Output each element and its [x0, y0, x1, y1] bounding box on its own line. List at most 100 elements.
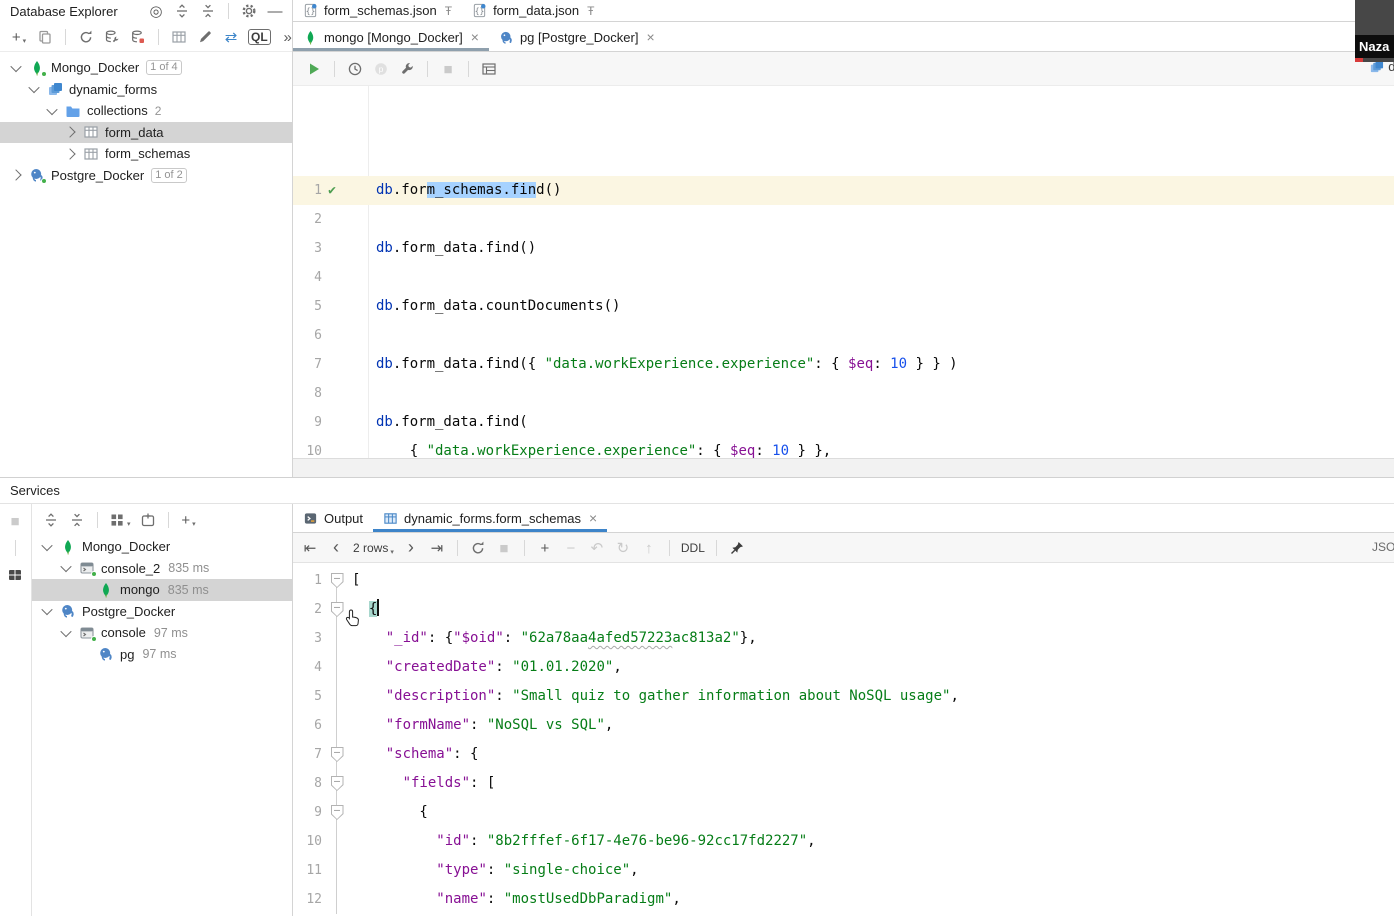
- tab-form-data-json[interactable]: form_data.json Ŧ: [462, 0, 604, 21]
- add-service-icon[interactable]: +▾: [178, 509, 200, 531]
- mouse-hand-cursor: [344, 608, 364, 630]
- line-number: 9: [293, 798, 322, 827]
- pin-icon[interactable]: Ŧ: [445, 4, 452, 18]
- tree-item-console[interactable]: console97 ms: [32, 622, 292, 644]
- line-number: 5: [293, 682, 322, 711]
- tab-form-schemas-json[interactable]: form_schemas.json Ŧ: [293, 0, 462, 21]
- group-by-icon[interactable]: ▾: [107, 509, 133, 531]
- fold-marker[interactable]: –: [331, 776, 344, 791]
- in-editor-results-icon[interactable]: [478, 58, 500, 80]
- query-console-icon[interactable]: QL: [246, 26, 273, 48]
- chevron-expanded-icon[interactable]: [60, 561, 71, 572]
- chevron-collapsed-icon[interactable]: [64, 148, 75, 159]
- expand-all-icon[interactable]: [171, 0, 193, 22]
- settings-gear-icon[interactable]: [238, 0, 260, 22]
- delete-row-icon[interactable]: −: [560, 537, 582, 559]
- upload-icon[interactable]: ↑: [638, 537, 660, 559]
- tab-label: form_schemas.json: [324, 3, 437, 18]
- tree-item-mongo[interactable]: mongo835 ms: [32, 579, 292, 601]
- chevron-expanded-icon[interactable]: [60, 626, 71, 637]
- stop-icon[interactable]: ■: [493, 537, 515, 559]
- open-table-icon[interactable]: [168, 26, 190, 48]
- code-line-8: 8: [293, 379, 1394, 408]
- fold-marker[interactable]: –: [331, 602, 344, 617]
- new-item-icon[interactable]: +▾: [8, 26, 30, 48]
- tree-item-postgre-docker[interactable]: Postgre_Docker: [32, 601, 292, 623]
- tree-item-label: form_schemas: [105, 146, 190, 161]
- fold-marker[interactable]: –: [331, 573, 344, 588]
- ddl-button[interactable]: DDL: [679, 537, 707, 559]
- commit-icon[interactable]: ↻: [612, 537, 634, 559]
- refresh-icon[interactable]: [75, 26, 97, 48]
- duration-label: 97 ms: [142, 647, 176, 661]
- tree-item-postgre-docker[interactable]: Postgre_Docker1 of 2: [0, 165, 292, 187]
- tree-item-dynamic-forms[interactable]: dynamic_forms: [0, 79, 292, 101]
- close-icon[interactable]: ×: [589, 510, 597, 526]
- line-number: 6: [293, 711, 322, 740]
- result-json-viewer[interactable]: 1–[2– {3 "_id": {"$oid": "62a78aa4afed57…: [293, 563, 1394, 914]
- locate-icon[interactable]: ◎: [145, 0, 167, 22]
- layers-icon: [47, 81, 63, 97]
- collapse-all-icon[interactable]: [197, 0, 219, 22]
- reload-page-icon[interactable]: [467, 537, 489, 559]
- toolbar-separator: [716, 540, 717, 556]
- disconnect-icon[interactable]: [127, 26, 149, 48]
- tree-item-console-2[interactable]: console_2835 ms: [32, 558, 292, 580]
- chevron-expanded-icon[interactable]: [10, 61, 21, 72]
- pin-tab-icon[interactable]: [726, 537, 748, 559]
- chevron-collapsed-icon[interactable]: [10, 170, 21, 181]
- page-size-select[interactable]: 2 rows▾: [351, 537, 396, 559]
- next-page-icon[interactable]: ›: [400, 537, 422, 559]
- history-icon[interactable]: [344, 58, 366, 80]
- tab-output[interactable]: Output: [293, 504, 373, 532]
- tree-item-pg[interactable]: pg97 ms: [32, 644, 292, 666]
- settings-wrench-icon[interactable]: [396, 58, 418, 80]
- query-editor[interactable]: 1✔db.form_schemas.find()23db.form_data.f…: [293, 86, 1394, 458]
- last-page-icon[interactable]: ⇥: [426, 537, 448, 559]
- run-icon[interactable]: [303, 58, 325, 80]
- add-row-icon[interactable]: +: [534, 537, 556, 559]
- expand-all-icon[interactable]: [40, 509, 62, 531]
- pin-icon[interactable]: Ŧ: [587, 4, 594, 18]
- close-icon[interactable]: ×: [646, 29, 654, 45]
- data-source-properties-icon[interactable]: [101, 26, 123, 48]
- tab-pg-console[interactable]: pg [Postgre_Docker] ×: [489, 23, 665, 51]
- chevron-expanded-icon[interactable]: [41, 540, 52, 551]
- tree-item-form-schemas[interactable]: form_schemas: [0, 143, 292, 165]
- first-page-icon[interactable]: ⇤: [299, 537, 321, 559]
- code-text: "fields": [: [352, 775, 495, 791]
- tree-item-collections[interactable]: collections2: [0, 100, 292, 122]
- line-number: 12: [293, 885, 322, 914]
- panel-layout-icon[interactable]: [4, 564, 26, 586]
- chevron-expanded-icon[interactable]: [46, 104, 57, 115]
- stop-icon[interactable]: ■: [4, 510, 26, 532]
- chevron-collapsed-icon[interactable]: [64, 127, 75, 138]
- close-icon[interactable]: ×: [471, 29, 479, 45]
- format-label[interactable]: JSON: [1372, 540, 1394, 554]
- revert-icon[interactable]: ↶: [586, 537, 608, 559]
- edit-icon[interactable]: [194, 26, 216, 48]
- fold-marker[interactable]: –: [331, 805, 344, 820]
- jump-to-console-icon[interactable]: ⇄: [220, 26, 242, 48]
- tree-item-form-data[interactable]: form_data: [0, 122, 292, 144]
- tab-form-schemas-result[interactable]: dynamic_forms.form_schemas ×: [373, 504, 607, 532]
- code-line-5: 5 "description": "Small quiz to gather i…: [293, 682, 1394, 711]
- tab-mongo-console[interactable]: mongo [Mongo_Docker] ×: [293, 23, 489, 51]
- tree-item-mongo-docker[interactable]: Mongo_Docker: [32, 536, 292, 558]
- fold-marker[interactable]: –: [331, 747, 344, 762]
- services-side-strip: ■: [0, 504, 32, 916]
- collapse-all-icon[interactable]: [66, 509, 88, 531]
- tree-item-mongo-docker[interactable]: Mongo_Docker1 of 4: [0, 57, 292, 79]
- duplicate-icon[interactable]: [34, 26, 56, 48]
- result-toolbar: ⇤‹2 rows▾›⇥ ■ +−↶↻↑ DDL JSON: [293, 533, 1394, 563]
- code-text: "name": "mostUsedDbParadigm",: [352, 891, 681, 907]
- pause-icon[interactable]: [370, 58, 392, 80]
- previous-page-icon[interactable]: ‹: [325, 537, 347, 559]
- stop-icon[interactable]: ■: [437, 58, 459, 80]
- tree-item-label: dynamic_forms: [69, 82, 157, 97]
- mongodb-icon: [303, 30, 318, 45]
- open-in-new-tab-icon[interactable]: [137, 509, 159, 531]
- chevron-expanded-icon[interactable]: [28, 82, 39, 93]
- chevron-expanded-icon[interactable]: [41, 604, 52, 615]
- hide-panel-icon[interactable]: —: [264, 0, 286, 22]
